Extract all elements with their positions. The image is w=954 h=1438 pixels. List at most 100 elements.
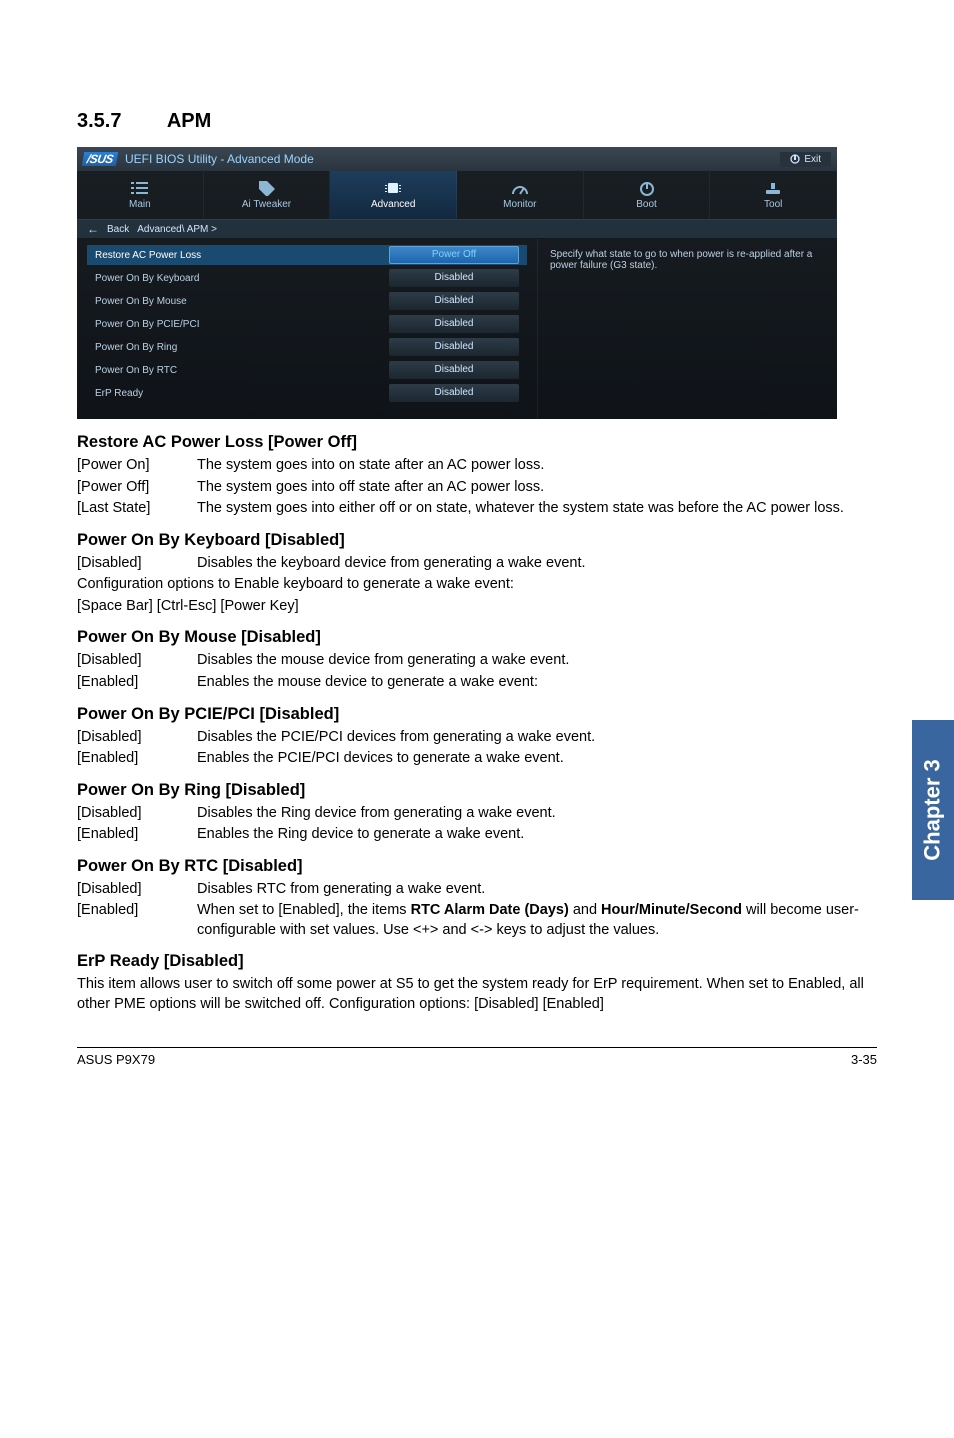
opt-key: [Last State] <box>77 499 197 519</box>
setting-value[interactable]: Disabled <box>389 338 519 356</box>
mouse-options: [Disabled]Disables the mouse device from… <box>77 651 877 692</box>
setting-row[interactable]: Power On By RTC Disabled <box>87 360 527 380</box>
power-icon <box>638 180 656 196</box>
erp-text: This item allows user to switch off some… <box>77 975 877 1014</box>
footer-left: ASUS P9X79 <box>77 1052 155 1067</box>
keyboard-options: [Disabled]Disables the keyboard device f… <box>77 554 877 574</box>
setting-label: ErP Ready <box>95 388 389 399</box>
setting-value[interactable]: Disabled <box>389 384 519 402</box>
tab-monitor[interactable]: Monitor <box>457 171 584 219</box>
tab-main[interactable]: Main <box>77 171 204 219</box>
opt-key: [Power On] <box>77 456 197 476</box>
setting-row[interactable]: Power On By Mouse Disabled <box>87 291 527 311</box>
setting-row[interactable]: Power On By PCIE/PCI Disabled <box>87 314 527 334</box>
opt-val: Disables RTC from generating a wake even… <box>197 880 877 900</box>
opt-val: Enables the mouse device to generate a w… <box>197 673 877 693</box>
opt-val: Disables the mouse device from generatin… <box>197 651 877 671</box>
setting-value[interactable]: Disabled <box>389 269 519 287</box>
ring-options: [Disabled]Disables the Ring device from … <box>77 804 877 845</box>
bios-title: UEFI BIOS Utility - Advanced Mode <box>125 152 314 166</box>
tab-tool[interactable]: Tool <box>710 171 837 219</box>
setting-label: Power On By Keyboard <box>95 273 389 284</box>
tab-label: Main <box>129 199 151 210</box>
tab-label: Ai Tweaker <box>242 199 291 210</box>
section-number: 3.5.7 <box>77 110 162 133</box>
opt-key: [Enabled] <box>77 749 197 769</box>
rtc-enabled-mid: and <box>569 902 601 918</box>
breadcrumb: ← Back Advanced\ APM > <box>77 219 837 239</box>
exit-icon <box>790 154 800 164</box>
list-icon <box>131 180 149 196</box>
keyboard-note1: Configuration options to Enable keyboard… <box>77 575 877 595</box>
setting-value[interactable]: Disabled <box>389 361 519 379</box>
setting-row[interactable]: ErP Ready Disabled <box>87 383 527 403</box>
tab-label: Tool <box>764 199 782 210</box>
opt-key: [Power Off] <box>77 478 197 498</box>
chapter-tab: Chapter 3 <box>912 720 954 900</box>
erp-heading: ErP Ready [Disabled] <box>77 952 877 971</box>
opt-key: [Disabled] <box>77 651 197 671</box>
tab-ai-tweaker[interactable]: Ai Tweaker <box>204 171 331 219</box>
opt-val: When set to [Enabled], the items RTC Ala… <box>197 901 877 940</box>
rtc-heading: Power On By RTC [Disabled] <box>77 857 877 876</box>
keyboard-note2: [Space Bar] [Ctrl-Esc] [Power Key] <box>77 597 877 617</box>
setting-label: Restore AC Power Loss <box>95 250 389 261</box>
opt-key: [Enabled] <box>77 673 197 693</box>
rtc-bold2: Hour/Minute/Second <box>601 902 742 918</box>
setting-label: Power On By Ring <box>95 342 389 353</box>
opt-val: The system goes into off state after an … <box>197 478 877 498</box>
rtc-options: [Disabled]Disables RTC from generating a… <box>77 880 877 941</box>
bios-window: /SUS UEFI BIOS Utility - Advanced Mode E… <box>77 147 837 419</box>
setting-row[interactable]: Power On By Keyboard Disabled <box>87 268 527 288</box>
opt-key: [Disabled] <box>77 728 197 748</box>
back-arrow-icon[interactable]: ← <box>87 222 99 236</box>
setting-row[interactable]: Power On By Ring Disabled <box>87 337 527 357</box>
opt-key: [Disabled] <box>77 880 197 900</box>
exit-button[interactable]: Exit <box>780 152 831 167</box>
back-label[interactable]: Back <box>107 224 129 235</box>
chip-icon <box>384 180 402 196</box>
bios-titlebar: /SUS UEFI BIOS Utility - Advanced Mode E… <box>77 147 837 171</box>
tab-label: Monitor <box>503 199 536 210</box>
setting-label: Power On By RTC <box>95 365 389 376</box>
rtc-bold1: RTC Alarm Date (Days) <box>411 902 569 918</box>
opt-val: Disables the PCIE/PCI devices from gener… <box>197 728 877 748</box>
opt-val: Enables the PCIE/PCI devices to generate… <box>197 749 877 769</box>
mouse-heading: Power On By Mouse [Disabled] <box>77 628 877 647</box>
ring-heading: Power On By Ring [Disabled] <box>77 781 877 800</box>
setting-label: Power On By Mouse <box>95 296 389 307</box>
restore-options: [Power On]The system goes into on state … <box>77 456 877 519</box>
section-name: APM <box>167 110 211 132</box>
tab-label: Boot <box>636 199 657 210</box>
tool-icon <box>764 180 782 196</box>
gauge-icon <box>511 180 529 196</box>
exit-label: Exit <box>804 154 821 165</box>
setting-row[interactable]: Restore AC Power Loss Power Off <box>87 245 527 265</box>
keyboard-heading: Power On By Keyboard [Disabled] <box>77 531 877 550</box>
settings-list: Restore AC Power Loss Power Off Power On… <box>77 239 537 419</box>
rtc-enabled-pre: When set to [Enabled], the items <box>197 902 411 918</box>
opt-key: [Disabled] <box>77 804 197 824</box>
setting-value[interactable]: Disabled <box>389 292 519 310</box>
opt-val: Disables the keyboard device from genera… <box>197 554 877 574</box>
breadcrumb-path: Advanced\ APM > <box>137 224 217 235</box>
opt-val: The system goes into on state after an A… <box>197 456 877 476</box>
opt-key: [Enabled] <box>77 901 197 940</box>
setting-value[interactable]: Disabled <box>389 315 519 333</box>
brand-logo: /SUS <box>82 152 118 166</box>
opt-val: Enables the Ring device to generate a wa… <box>197 825 877 845</box>
bios-tabs: Main Ai Tweaker Advanced Monitor Boot To… <box>77 171 837 219</box>
tab-advanced[interactable]: Advanced <box>330 171 457 219</box>
pcie-heading: Power On By PCIE/PCI [Disabled] <box>77 705 877 724</box>
page-footer: ASUS P9X79 3-35 <box>77 1047 877 1067</box>
tag-icon <box>258 180 276 196</box>
chapter-label: Chapter 3 <box>920 759 946 860</box>
opt-val: The system goes into either off or on st… <box>197 499 877 519</box>
setting-value[interactable]: Power Off <box>389 246 519 264</box>
opt-val: Disables the Ring device from generating… <box>197 804 877 824</box>
opt-key: [Disabled] <box>77 554 197 574</box>
opt-key: [Enabled] <box>77 825 197 845</box>
section-heading: 3.5.7 APM <box>77 110 877 133</box>
tab-label: Advanced <box>371 199 415 210</box>
tab-boot[interactable]: Boot <box>584 171 711 219</box>
